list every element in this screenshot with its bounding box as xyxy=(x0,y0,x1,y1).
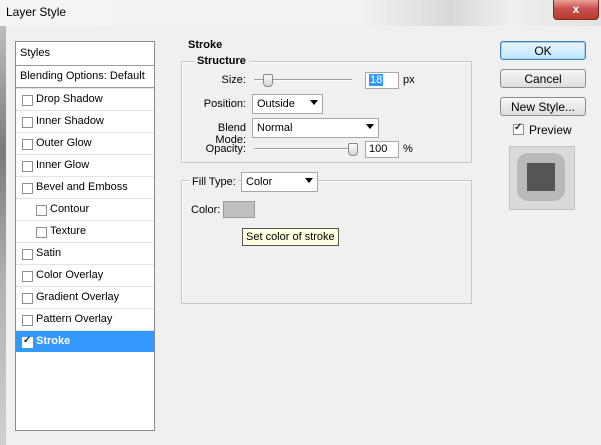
size-label: Size: xyxy=(221,74,246,86)
ok-button[interactable]: OK xyxy=(500,41,586,60)
style-item-color-overlay[interactable]: Color Overlay xyxy=(16,264,154,286)
chevron-down-icon xyxy=(366,124,374,129)
style-checkbox[interactable] xyxy=(22,161,33,172)
blend-mode-value: Normal xyxy=(257,122,293,134)
preview-checkbox[interactable] xyxy=(513,122,524,135)
style-item-inner-glow[interactable]: Inner Glow xyxy=(16,154,154,176)
opacity-input[interactable]: 100 xyxy=(365,141,399,158)
fill-type-value: Color xyxy=(246,176,273,188)
blend-mode-select[interactable]: Normal xyxy=(252,118,379,138)
style-item-drop-shadow[interactable]: Drop Shadow xyxy=(16,88,154,110)
chevron-down-icon xyxy=(305,178,313,183)
stroke-section-title: Stroke xyxy=(185,39,226,51)
position-select[interactable]: Outside xyxy=(252,94,323,114)
stroke-color-swatch[interactable] xyxy=(223,201,255,218)
chevron-down-icon xyxy=(310,100,318,105)
style-item-label: Gradient Overlay xyxy=(36,291,120,303)
style-checkbox[interactable] xyxy=(36,205,47,216)
position-label: Position: xyxy=(203,98,246,110)
size-slider-thumb[interactable] xyxy=(263,74,273,87)
size-input[interactable]: 18 xyxy=(365,72,399,89)
opacity-label: Opacity: xyxy=(205,143,246,155)
blending-options[interactable]: Blending Options: Default xyxy=(16,66,154,88)
style-checkbox[interactable] xyxy=(22,315,33,326)
style-checkbox[interactable] xyxy=(36,227,47,238)
color-label: Color: xyxy=(191,204,221,216)
title-bar: Layer Style x xyxy=(0,0,601,26)
style-checkbox[interactable] xyxy=(22,293,33,304)
window-title: Layer Style xyxy=(6,5,67,19)
style-checkbox[interactable] xyxy=(22,249,33,260)
structure-title: Structure xyxy=(194,55,249,67)
style-item-label: Texture xyxy=(50,225,87,237)
preview-fill-shape xyxy=(527,163,555,191)
style-item-label: Drop Shadow xyxy=(36,93,103,105)
style-item-stroke[interactable]: Stroke xyxy=(16,330,154,352)
style-item-label: Pattern Overlay xyxy=(36,313,113,325)
styles-list: Styles Blending Options: Default Drop Sh… xyxy=(15,41,155,431)
opacity-slider[interactable] xyxy=(254,148,352,150)
style-checkbox[interactable] xyxy=(22,139,33,150)
new-style-button[interactable]: New Style... xyxy=(500,97,586,116)
fill-type-select[interactable]: Color xyxy=(241,172,318,192)
size-unit: px xyxy=(403,74,415,86)
style-item-outer-glow[interactable]: Outer Glow xyxy=(16,132,154,154)
blending-options-label: Blending Options: Default xyxy=(20,70,145,82)
close-icon: x xyxy=(572,2,580,16)
tooltip: Set color of stroke xyxy=(242,228,339,246)
style-item-label: Outer Glow xyxy=(36,137,92,149)
size-value: 18 xyxy=(369,74,384,86)
styles-header[interactable]: Styles xyxy=(16,42,154,66)
close-button[interactable]: x xyxy=(553,0,599,20)
style-item-texture[interactable]: Texture xyxy=(16,220,154,242)
style-item-label: Color Overlay xyxy=(36,269,104,281)
style-checkbox[interactable] xyxy=(22,335,33,348)
style-item-label: Stroke xyxy=(36,335,71,347)
position-value: Outside xyxy=(257,98,295,110)
styles-header-label: Styles xyxy=(20,47,50,59)
style-item-gradient-overlay[interactable]: Gradient Overlay xyxy=(16,286,154,308)
style-item-label: Inner Shadow xyxy=(36,115,104,127)
style-item-label: Bevel and Emboss xyxy=(36,181,128,193)
opacity-slider-thumb[interactable] xyxy=(348,143,358,156)
style-item-bevel-and-emboss[interactable]: Bevel and Emboss xyxy=(16,176,154,198)
preview-label: Preview xyxy=(529,123,572,137)
style-checkbox[interactable] xyxy=(22,183,33,194)
style-item-contour[interactable]: Contour xyxy=(16,198,154,220)
opacity-unit: % xyxy=(403,143,413,155)
fill-type-label: Fill Type: xyxy=(190,176,238,188)
style-item-inner-shadow[interactable]: Inner Shadow xyxy=(16,110,154,132)
style-checkbox[interactable] xyxy=(22,271,33,282)
background-edge xyxy=(0,26,6,445)
style-item-label: Contour xyxy=(50,203,90,215)
opacity-value: 100 xyxy=(369,143,388,155)
style-item-satin[interactable]: Satin xyxy=(16,242,154,264)
style-item-label: Inner Glow xyxy=(36,159,90,171)
style-preview-thumbnail xyxy=(509,146,575,210)
style-checkbox[interactable] xyxy=(22,117,33,128)
style-item-pattern-overlay[interactable]: Pattern Overlay xyxy=(16,308,154,330)
style-item-label: Satin xyxy=(36,247,62,259)
preview-stroke-shape xyxy=(517,153,565,201)
cancel-button[interactable]: Cancel xyxy=(500,69,586,88)
style-checkbox[interactable] xyxy=(22,95,33,106)
